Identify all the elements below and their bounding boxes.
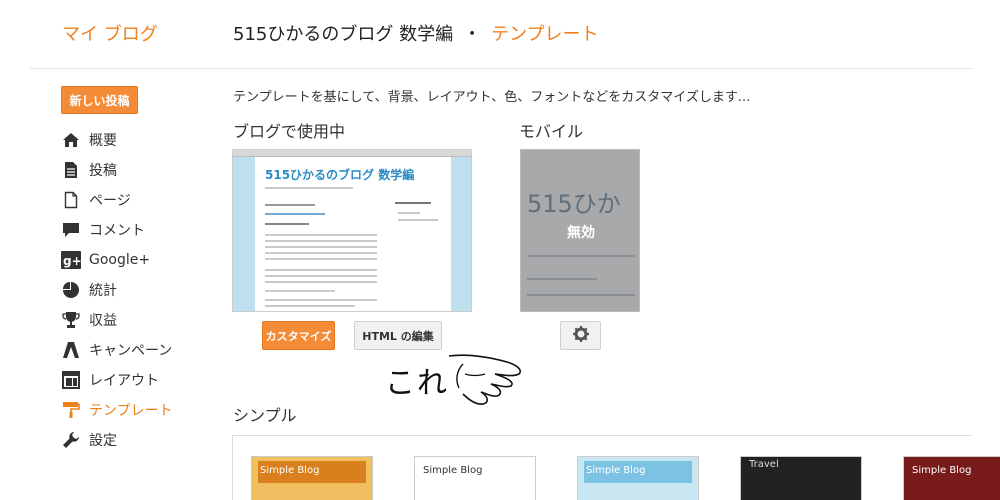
google-plus-icon: g+ — [61, 250, 81, 270]
preview-page: 515ひかるのブログ 数学編 — [255, 157, 451, 311]
sidebar-item-posts[interactable]: 投稿 — [61, 155, 221, 185]
template-name: Travel — [749, 459, 779, 470]
pages-icon — [61, 190, 81, 210]
sidebar-item-label: 統計 — [89, 283, 117, 299]
sidebar-item-label: Google+ — [89, 252, 151, 268]
sidebar-item-label: 収益 — [89, 313, 117, 329]
stats-pie-icon — [61, 280, 81, 300]
home-icon — [61, 130, 81, 150]
mobile-heading: モバイル — [519, 122, 584, 141]
template-name: Simple Blog — [423, 465, 483, 476]
preview-sidebar-line — [398, 219, 438, 221]
sidebar-item-earnings[interactable]: 収益 — [61, 305, 221, 335]
template-thumb[interactable]: Simple Blog — [903, 456, 1000, 500]
template-intro-text: テンプレートを基にして、背景、レイアウト、色、フォントなどをカスタマイズします.… — [233, 90, 751, 105]
campaign-icon — [61, 340, 81, 360]
sidebar-item-campaigns[interactable]: キャンペーン — [61, 335, 221, 365]
gear-icon — [572, 326, 589, 345]
header-divider — [30, 68, 972, 69]
mobile-settings-button[interactable] — [560, 321, 601, 350]
preview-text-line — [265, 240, 377, 242]
sidebar-item-label: 設定 — [89, 433, 117, 449]
template-name: Simple Blog — [260, 465, 320, 476]
preview-text-line — [265, 246, 377, 248]
new-post-button[interactable]: 新しい投稿 — [61, 86, 138, 114]
sidebar-item-overview[interactable]: 概要 — [61, 125, 221, 155]
preview-text-line — [265, 269, 377, 271]
sidebar-item-label: キャンペーン — [89, 343, 173, 359]
sidebar-item-settings[interactable]: 設定 — [61, 425, 221, 455]
template-thumb[interactable]: Simple Blog — [577, 456, 699, 500]
sidebar-item-stats[interactable]: 統計 — [61, 275, 221, 305]
template-thumb[interactable]: Simple Blog — [251, 456, 373, 500]
page-title: 515ひかるのブログ 数学編・テンプレート — [233, 20, 599, 46]
preview-sidebar-line — [395, 202, 431, 204]
trophy-icon — [61, 310, 81, 330]
posts-icon — [61, 160, 81, 180]
preview-text-line — [265, 223, 309, 225]
comment-icon — [61, 220, 81, 240]
preview-text-line — [265, 234, 377, 236]
wrench-icon — [61, 430, 81, 450]
mobile-preview-line — [527, 255, 635, 257]
sidebar-item-label: レイアウト — [89, 373, 159, 389]
preview-sidebar-line — [398, 212, 420, 214]
template-paint-roller-icon — [61, 400, 81, 420]
preview-text-line — [265, 252, 377, 254]
preview-text-line — [265, 187, 353, 189]
preview-text-line — [265, 290, 335, 292]
preview-text-line — [265, 281, 377, 283]
preview-blog-title: 515ひかるのブログ 数学編 — [265, 168, 415, 182]
preview-navbar — [233, 150, 471, 157]
template-thumb[interactable]: Simple Blog — [414, 456, 536, 500]
blog-name: 515ひかるのブログ 数学編 — [233, 24, 454, 45]
mobile-preview-line — [527, 294, 635, 296]
sidebar-item-label: 投稿 — [89, 163, 117, 179]
preview-text-line — [265, 213, 325, 215]
top-bar: マイ ブログ 515ひかるのブログ 数学編・テンプレート — [0, 0, 1000, 68]
mobile-template-preview[interactable]: 515ひか 無効 — [520, 149, 640, 312]
sidebar-nav: 概要 投稿 ページ コメント g+ Google+ 統計 収益 キャンペーン レ… — [61, 125, 221, 455]
sidebar-item-label: 概要 — [89, 133, 117, 149]
preview-text-line — [265, 275, 377, 277]
preview-text-line — [265, 258, 377, 260]
sidebar-item-comments[interactable]: コメント — [61, 215, 221, 245]
my-blog-link[interactable]: マイ ブログ — [62, 20, 158, 46]
layout-icon — [61, 370, 81, 390]
preview-text-line — [265, 204, 315, 206]
annotation-text: これ — [385, 366, 449, 401]
preview-text-line — [265, 305, 355, 307]
pointing-hand-icon — [448, 354, 522, 405]
sidebar-item-label: コメント — [89, 223, 145, 239]
preview-text-line — [265, 299, 377, 301]
sidebar-item-template[interactable]: テンプレート — [61, 395, 221, 425]
sidebar-item-google-plus[interactable]: g+ Google+ — [61, 245, 221, 275]
sidebar-item-label: テンプレート — [89, 403, 173, 419]
simple-templates-heading: シンプル — [233, 406, 297, 425]
desktop-template-preview[interactable]: 515ひかるのブログ 数学編 — [232, 149, 472, 312]
template-gallery: Simple Blog Simple Blog Simple Blog Trav… — [232, 435, 1000, 500]
svg-text:g+: g+ — [63, 254, 81, 268]
mobile-disabled-status: 無効 — [567, 225, 595, 241]
mobile-preview-line — [527, 278, 597, 280]
section-name: テンプレート — [491, 24, 599, 45]
template-thumb[interactable]: Travel — [740, 456, 862, 500]
template-name: Simple Blog — [586, 465, 646, 476]
sidebar-item-layout[interactable]: レイアウト — [61, 365, 221, 395]
mobile-preview-blog-title: 515ひか — [527, 190, 621, 218]
sidebar-item-pages[interactable]: ページ — [61, 185, 221, 215]
in-use-heading: ブログで使用中 — [233, 122, 346, 141]
title-separator: ・ — [463, 24, 482, 45]
customize-button[interactable]: カスタマイズ — [262, 321, 335, 350]
edit-html-button[interactable]: HTML の編集 — [354, 321, 442, 350]
sidebar-item-label: ページ — [89, 193, 131, 209]
template-name: Simple Blog — [912, 465, 972, 476]
